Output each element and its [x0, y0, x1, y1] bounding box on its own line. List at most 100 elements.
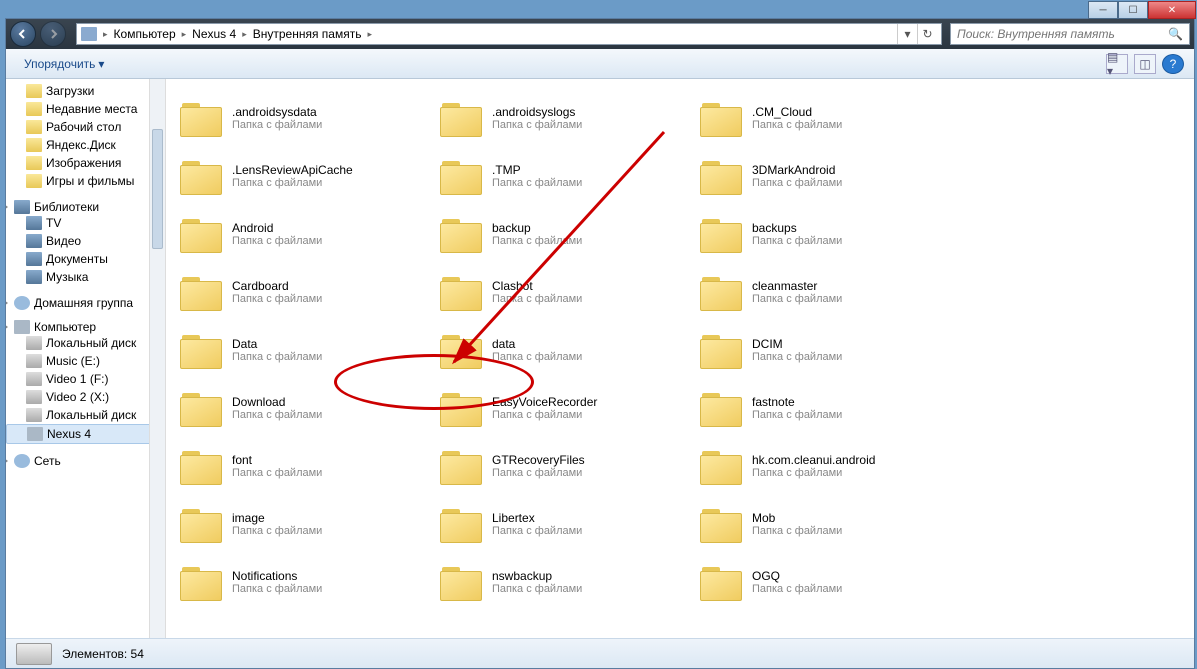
- folder-subtitle: Папка с файлами: [232, 119, 322, 131]
- homegroup-icon: [14, 296, 30, 310]
- history-dropdown-button[interactable]: ▾: [897, 24, 917, 44]
- maximize-button[interactable]: ☐: [1118, 1, 1148, 19]
- sidebar-item-tv[interactable]: TV: [6, 214, 165, 232]
- folder-item[interactable]: LibertexПапка с файлами: [436, 495, 686, 553]
- sidebar-item-music[interactable]: Музыка: [6, 268, 165, 286]
- sidebar-item-drive-e[interactable]: Music (E:): [6, 352, 165, 370]
- folder-item[interactable]: nswbackupПапка с файлами: [436, 553, 686, 611]
- preview-pane-button[interactable]: ◫: [1134, 54, 1156, 74]
- folder-item[interactable]: fastnoteПапка с файлами: [696, 379, 946, 437]
- folder-item[interactable]: CardboardПапка с файлами: [176, 263, 426, 321]
- chevron-right-icon[interactable]: ▸: [240, 29, 249, 40]
- breadcrumb-computer[interactable]: Компьютер: [110, 27, 180, 41]
- expand-icon: [6, 204, 8, 210]
- folder-item[interactable]: AndroidПапка с файлами: [176, 205, 426, 263]
- view-options-button[interactable]: ▤ ▾: [1106, 54, 1128, 74]
- sidebar-item-games[interactable]: Игры и фильмы: [6, 172, 165, 190]
- sidebar-item-nexus4[interactable]: Nexus 4: [6, 424, 165, 444]
- folder-item[interactable]: .androidsyslogsПапка с файлами: [436, 89, 686, 147]
- folder-item[interactable]: hk.com.cleanui.androidПапка с файлами: [696, 437, 946, 495]
- folder-item[interactable]: imageПапка с файлами: [176, 495, 426, 553]
- folder-subtitle: Папка с файлами: [492, 177, 582, 189]
- scrollbar-thumb[interactable]: [152, 129, 163, 249]
- folder-icon: [26, 102, 42, 116]
- breadcrumb-device[interactable]: Nexus 4: [188, 27, 240, 41]
- folder-item[interactable]: cleanmasterПапка с файлами: [696, 263, 946, 321]
- folder-grid: .androidsysdataПапка с файлами.androidsy…: [176, 89, 1194, 611]
- folder-name: .androidsysdata: [232, 105, 322, 119]
- folder-name: .LensReviewApiCache: [232, 163, 353, 177]
- search-input[interactable]: [957, 27, 1168, 41]
- sidebar-group-computer[interactable]: Компьютер: [6, 320, 165, 334]
- folder-name: GTRecoveryFiles: [492, 453, 585, 467]
- folder-item[interactable]: GTRecoveryFilesПапка с файлами: [436, 437, 686, 495]
- help-button[interactable]: ?: [1162, 54, 1184, 74]
- folder-item[interactable]: OGQПапка с файлами: [696, 553, 946, 611]
- close-button[interactable]: ✕: [1148, 1, 1196, 19]
- folder-item[interactable]: 3DMarkAndroidПапка с файлами: [696, 147, 946, 205]
- folder-item[interactable]: DataПапка с файлами: [176, 321, 426, 379]
- sidebar-item-desktop[interactable]: Рабочий стол: [6, 118, 165, 136]
- sidebar-group-network[interactable]: Сеть: [6, 454, 165, 468]
- folder-subtitle: Папка с файлами: [492, 293, 582, 305]
- folder-item[interactable]: MobПапка с файлами: [696, 495, 946, 553]
- sidebar-item-drive-f[interactable]: Video 1 (F:): [6, 370, 165, 388]
- folder-item[interactable]: DCIMПапка с файлами: [696, 321, 946, 379]
- sidebar-scrollbar[interactable]: [149, 79, 165, 638]
- toolbar: Упорядочить ▾ ▤ ▾ ◫ ?: [6, 49, 1194, 79]
- sidebar-item-recent[interactable]: Недавние места: [6, 100, 165, 118]
- folder-item[interactable]: backupПапка с файлами: [436, 205, 686, 263]
- arrow-right-icon: [47, 28, 59, 40]
- library-icon: [14, 200, 30, 214]
- network-icon: [14, 454, 30, 468]
- folder-icon: [700, 331, 742, 369]
- folder-item[interactable]: ClashotПапка с файлами: [436, 263, 686, 321]
- folder-item[interactable]: .androidsysdataПапка с файлами: [176, 89, 426, 147]
- folder-name: Download: [232, 395, 322, 409]
- sidebar-item-video[interactable]: Видео: [6, 232, 165, 250]
- sidebar-item-drive-local[interactable]: Локальный диск: [6, 406, 165, 424]
- back-button[interactable]: [10, 21, 36, 47]
- sidebar-item-documents[interactable]: Документы: [6, 250, 165, 268]
- address-bar[interactable]: ▸ Компьютер ▸ Nexus 4 ▸ Внутренняя памят…: [76, 23, 942, 45]
- sidebar-group-homegroup[interactable]: Домашняя группа: [6, 296, 165, 310]
- folder-subtitle: Папка с файлами: [492, 235, 582, 247]
- folder-icon: [26, 84, 42, 98]
- library-icon: [26, 270, 42, 284]
- chevron-down-icon: ▾: [98, 57, 104, 71]
- folder-item[interactable]: dataПапка с файлами: [436, 321, 686, 379]
- refresh-button[interactable]: ↻: [917, 24, 937, 44]
- folder-item[interactable]: DownloadПапка с файлами: [176, 379, 426, 437]
- folder-subtitle: Папка с файлами: [752, 583, 842, 595]
- folder-name: .androidsyslogs: [492, 105, 582, 119]
- library-icon: [26, 252, 42, 266]
- minimize-button[interactable]: ─: [1088, 1, 1118, 19]
- folder-subtitle: Папка с файлами: [752, 119, 842, 131]
- explorer-window: ─ ☐ ✕ ▸ Компьютер ▸ Nexus 4 ▸ Внутренняя…: [5, 18, 1195, 669]
- sidebar-item-drive-c[interactable]: Локальный диск: [6, 334, 165, 352]
- folder-item[interactable]: NotificationsПапка с файлами: [176, 553, 426, 611]
- folder-item[interactable]: .LensReviewApiCacheПапка с файлами: [176, 147, 426, 205]
- chevron-right-icon[interactable]: ▸: [101, 29, 110, 40]
- folder-icon: [180, 447, 222, 485]
- folder-item[interactable]: .TMPПапка с файлами: [436, 147, 686, 205]
- breadcrumb-storage[interactable]: Внутренняя память: [249, 27, 366, 41]
- folder-name: font: [232, 453, 322, 467]
- folder-item[interactable]: fontПапка с файлами: [176, 437, 426, 495]
- chevron-right-icon[interactable]: ▸: [365, 29, 374, 40]
- search-box[interactable]: 🔍: [950, 23, 1190, 45]
- folder-item[interactable]: backupsПапка с файлами: [696, 205, 946, 263]
- sidebar-item-downloads[interactable]: Загрузки: [6, 82, 165, 100]
- forward-button[interactable]: [40, 21, 66, 47]
- sidebar-item-drive-x[interactable]: Video 2 (X:): [6, 388, 165, 406]
- sidebar-item-pictures[interactable]: Изображения: [6, 154, 165, 172]
- sidebar-group-libraries[interactable]: Библиотеки: [6, 200, 165, 214]
- folder-icon: [440, 389, 482, 427]
- sidebar-item-yandex[interactable]: Яндекс.Диск: [6, 136, 165, 154]
- organize-button[interactable]: Упорядочить ▾: [16, 53, 112, 75]
- folder-icon: [180, 215, 222, 253]
- chevron-right-icon[interactable]: ▸: [180, 29, 189, 40]
- folder-item[interactable]: EasyVoiceRecorderПапка с файлами: [436, 379, 686, 437]
- folder-subtitle: Папка с файлами: [232, 235, 322, 247]
- folder-item[interactable]: .CM_CloudПапка с файлами: [696, 89, 946, 147]
